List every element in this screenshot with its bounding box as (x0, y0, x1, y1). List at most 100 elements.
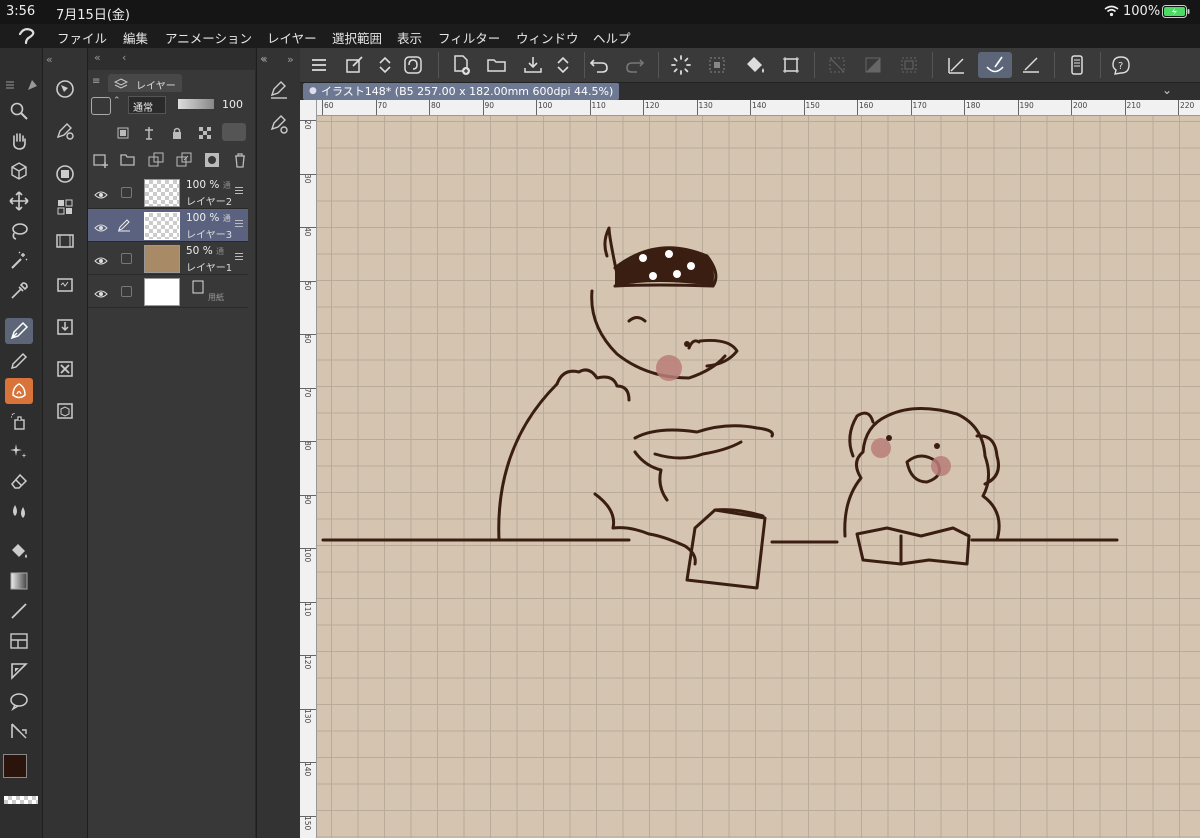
fill-bucket-icon[interactable] (742, 52, 768, 78)
reference-icon[interactable] (142, 125, 156, 144)
transparent-color-swatch[interactable] (4, 796, 38, 804)
magic-wand-icon[interactable] (5, 248, 33, 274)
airbrush-tool-icon[interactable] (5, 408, 33, 434)
layer-row[interactable]: 用紙 (88, 275, 248, 308)
select-all-icon[interactable] (704, 52, 730, 78)
mask-enable-icon[interactable] (222, 123, 246, 141)
navigator-icon[interactable] (51, 76, 79, 102)
delete-layer-icon[interactable] (232, 152, 248, 172)
figure-tool-icon[interactable] (5, 598, 33, 624)
chevron-down-icon[interactable]: ⌄ (1162, 83, 1172, 97)
menu-view[interactable]: 表示 (397, 28, 422, 47)
collapse-icon[interactable]: ‹ (122, 51, 126, 64)
save-icon[interactable] (520, 52, 546, 78)
collapse-left-icon[interactable]: « (94, 51, 101, 64)
layer-select-checkbox[interactable] (121, 253, 132, 264)
menu-window[interactable]: ウィンドウ (516, 28, 579, 47)
loading-spinner-icon[interactable] (668, 52, 694, 78)
blend-tool-icon[interactable] (5, 498, 33, 524)
layer-select-checkbox[interactable] (121, 187, 132, 198)
snap-ruler-icon[interactable] (944, 52, 970, 78)
eye-icon[interactable] (94, 185, 108, 204)
pencil-tool-icon[interactable] (5, 348, 33, 374)
collapse-right-icon[interactable]: » (287, 53, 294, 66)
tab-document[interactable]: ● イラスト148* (B5 257.00 x 182.00mm 600dpi … (303, 83, 620, 100)
menu-animation[interactable]: アニメーション (165, 28, 252, 47)
selection-border-icon[interactable] (896, 52, 922, 78)
new-document-icon[interactable] (448, 52, 474, 78)
brush-tool-icon[interactable] (5, 378, 33, 404)
stepper-icon[interactable] (372, 52, 398, 78)
gradient-tool-icon[interactable] (5, 568, 33, 594)
layer-property-icon[interactable] (265, 78, 293, 104)
layer-row[interactable]: 50 % 通 レイヤー1 (88, 242, 248, 275)
hand-tool-icon[interactable] (5, 128, 33, 154)
drawing-canvas[interactable] (317, 116, 1200, 838)
duplicate-layer-icon[interactable] (148, 152, 164, 172)
stepper-icon[interactable]: ⌃ (113, 96, 121, 106)
undo-icon[interactable] (586, 52, 612, 78)
device-icon[interactable] (1064, 52, 1090, 78)
help-icon[interactable]: ? (1108, 52, 1134, 78)
eye-icon[interactable] (94, 251, 108, 270)
layer-row[interactable]: 100 % 通 レイヤー2 (88, 176, 248, 209)
close-panel-icon[interactable] (51, 356, 79, 382)
layer-color-toggle[interactable] (91, 97, 111, 115)
fill-tool-icon[interactable] (5, 538, 33, 564)
object-tool-icon[interactable] (5, 158, 33, 184)
collapse-left-icon[interactable]: « (46, 53, 53, 66)
animation-timeline-icon[interactable] (51, 228, 79, 254)
snap-special-ruler-icon[interactable] (978, 52, 1012, 78)
decoration-tool-icon[interactable] (5, 438, 33, 464)
layer-mask-icon[interactable] (204, 152, 220, 172)
lasso-tool-icon[interactable] (5, 218, 33, 244)
sub-tool-settings-icon[interactable] (51, 118, 79, 144)
app-logo-icon[interactable] (16, 26, 38, 49)
pen-tool-icon[interactable] (5, 318, 33, 344)
material-icon[interactable] (51, 271, 79, 297)
drag-handle-icon[interactable] (235, 253, 243, 262)
eye-icon[interactable] (94, 218, 108, 237)
drag-handle-icon[interactable] (235, 187, 243, 196)
eyedropper-icon[interactable] (5, 278, 33, 304)
import-icon[interactable] (51, 314, 79, 340)
snap-grid-icon[interactable] (1018, 52, 1044, 78)
new-folder-icon[interactable] (120, 152, 136, 172)
move-tool-icon[interactable] (5, 188, 33, 214)
stepper-icon[interactable] (550, 52, 576, 78)
blend-mode-select[interactable]: 通常 (128, 96, 166, 114)
redo-icon[interactable] (622, 52, 648, 78)
hamburger-menu-icon[interactable] (306, 52, 332, 78)
drag-handle-icon[interactable] (235, 220, 243, 229)
main-color-swatch[interactable] (3, 754, 27, 778)
menu-layer[interactable]: レイヤー (267, 28, 317, 47)
lock-transparent-icon[interactable] (198, 125, 212, 144)
frame-border-icon[interactable] (5, 628, 33, 654)
menu-file[interactable]: ファイル (57, 28, 107, 47)
correct-line-tool-icon[interactable] (5, 718, 33, 744)
menu-edit[interactable]: 編集 (123, 28, 148, 47)
tool-property-icon[interactable] (265, 112, 293, 138)
eye-icon[interactable] (94, 284, 108, 303)
new-raster-layer-icon[interactable] (93, 152, 109, 172)
layer-select-checkbox[interactable] (121, 286, 132, 297)
menu-selection[interactable]: 選択範囲 (332, 28, 382, 47)
color-set-icon[interactable] (51, 194, 79, 220)
menu-icon[interactable]: ≡ (92, 76, 100, 87)
layer-row[interactable]: 100 % 通 レイヤー3 (88, 209, 248, 242)
ruler-tool-icon[interactable] (5, 658, 33, 684)
clip-icon[interactable] (116, 125, 130, 144)
lock-icon[interactable] (170, 125, 184, 144)
opacity-slider[interactable] (178, 99, 214, 109)
clear-selection-icon[interactable] (824, 52, 850, 78)
tab-layer[interactable]: レイヤー (108, 74, 182, 92)
zoom-tool-icon[interactable] (5, 98, 33, 124)
menu-help[interactable]: ヘルプ (593, 28, 631, 47)
merge-layer-icon[interactable] (176, 152, 192, 172)
transform-icon[interactable] (778, 52, 804, 78)
color-circle-icon[interactable] (51, 161, 79, 187)
open-folder-icon[interactable] (484, 52, 510, 78)
3d-object-icon[interactable] (51, 398, 79, 424)
menu-filter[interactable]: フィルター (438, 28, 500, 47)
edit-mode-icon[interactable] (342, 52, 368, 78)
